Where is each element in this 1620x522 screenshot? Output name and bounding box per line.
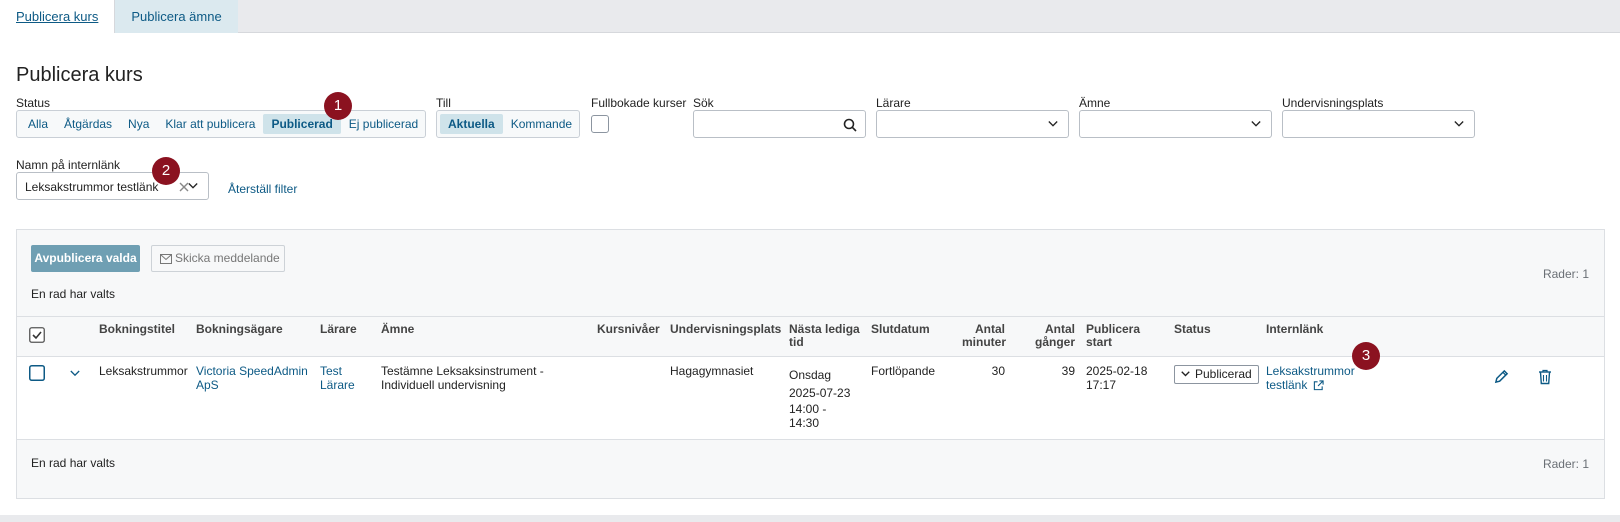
chevron-down-icon bbox=[1181, 371, 1190, 377]
tab-publicera-amne[interactable]: Publicera ämne bbox=[115, 0, 238, 33]
external-link-icon bbox=[1313, 380, 1324, 391]
internlank-select[interactable]: Leksakstrummor testlänk bbox=[16, 172, 209, 200]
header-status[interactable]: Status bbox=[1174, 323, 1211, 336]
cell-antal-minuter: 30 bbox=[991, 364, 1005, 378]
cell-undervisningsplats: Hagagymnasiet bbox=[670, 364, 754, 378]
larare-label: Lärare bbox=[876, 96, 911, 110]
cell-larare-link[interactable]: Test Lärare bbox=[320, 364, 355, 392]
amne-select[interactable] bbox=[1079, 110, 1272, 138]
search-icon bbox=[843, 118, 857, 132]
tab-publicera-kurs[interactable]: Publicera kurs bbox=[0, 0, 116, 33]
header-bokningstitel[interactable]: Bokningstitel bbox=[99, 323, 175, 336]
till-filter-label: Till bbox=[436, 96, 451, 110]
header-slutdatum[interactable]: Slutdatum bbox=[871, 323, 930, 336]
internlank-link[interactable]: Leksakstrummor testlänk bbox=[1266, 364, 1355, 392]
envelope-icon bbox=[160, 254, 172, 264]
header-nasta-ledig[interactable]: Nästa lediga tid bbox=[789, 323, 860, 349]
courses-table: Bokningstitel Bokningsägare Lärare Ämne … bbox=[17, 316, 1604, 440]
select-all-checkbox[interactable] bbox=[29, 327, 45, 343]
header-antal-ganger[interactable]: Antal gånger bbox=[1035, 323, 1075, 349]
rows-count-bottom: Rader: 1 bbox=[1542, 457, 1589, 471]
header-amne[interactable]: Ämne bbox=[381, 323, 414, 336]
selected-count-bottom: En rad har valts bbox=[31, 456, 116, 470]
cell-amne: Testämne Leksaksinstrument - Individuell … bbox=[381, 364, 544, 392]
page-title: Publicera kurs bbox=[16, 64, 143, 86]
row-checkbox[interactable] bbox=[29, 365, 45, 381]
reset-filter-link[interactable]: Återställ filter bbox=[228, 182, 297, 196]
status-filter-label: Status bbox=[16, 96, 51, 110]
header-kursnivaer[interactable]: Kursnivåer bbox=[597, 323, 660, 336]
header-larare[interactable]: Lärare bbox=[320, 323, 357, 336]
status-option-klar[interactable]: Klar att publicera bbox=[157, 114, 263, 134]
rows-count-top: Rader: 1 bbox=[1542, 267, 1589, 281]
status-option-alla[interactable]: Alla bbox=[20, 114, 56, 134]
fullbokade-checkbox[interactable] bbox=[591, 115, 609, 133]
main-content: Publicera kurs Status Alla Åtgärdas Nya … bbox=[0, 33, 1620, 515]
results-panel: Avpublicera valda Skicka meddelande Rade… bbox=[16, 229, 1605, 499]
send-message-label: Skicka meddelande bbox=[175, 251, 280, 265]
fullbokade-label: Fullbokade kurser bbox=[591, 96, 687, 110]
status-option-nya[interactable]: Nya bbox=[120, 114, 157, 134]
expand-chevron-icon[interactable] bbox=[70, 370, 80, 377]
internlank-value: Leksakstrummor testlänk bbox=[25, 180, 159, 194]
undervisningsplats-select[interactable] bbox=[1282, 110, 1475, 138]
status-option-ej-publicerad[interactable]: Ej publicerad bbox=[341, 114, 426, 134]
header-undervisningsplats[interactable]: Undervisningsplats bbox=[670, 323, 781, 336]
cell-slutdatum: Fortlöpande bbox=[871, 364, 936, 378]
cell-bokningsagare-link[interactable]: Victoria SpeedAdmin ApS bbox=[196, 364, 308, 392]
pencil-icon[interactable] bbox=[1494, 369, 1509, 384]
internlank-label: Namn på internlänk bbox=[16, 158, 121, 172]
larare-select[interactable] bbox=[876, 110, 1069, 138]
undervisningsplats-label: Undervisningsplats bbox=[1282, 96, 1384, 110]
sok-label: Sök bbox=[693, 96, 714, 110]
amne-label: Ämne bbox=[1079, 96, 1111, 110]
cell-nasta-ledig: Onsdag 2025-07-23 14:00 -14:30 bbox=[789, 368, 851, 430]
chevron-down-icon bbox=[1251, 121, 1261, 127]
header-publicera-start[interactable]: Publicera start bbox=[1086, 323, 1140, 349]
status-filter: Alla Åtgärdas Nya Klar att publicera Pub… bbox=[16, 110, 426, 138]
chevron-down-icon bbox=[1048, 121, 1058, 127]
header-bokningsagare[interactable]: Bokningsägare bbox=[196, 323, 283, 336]
status-value: Publicerad bbox=[1195, 367, 1252, 381]
selected-count-top: En rad har valts bbox=[31, 287, 116, 301]
status-dropdown[interactable]: Publicerad bbox=[1174, 365, 1259, 384]
till-option-kommande[interactable]: Kommande bbox=[503, 114, 580, 134]
marker-3: 3 bbox=[1352, 342, 1380, 370]
header-antal-minuter[interactable]: Antal minuter bbox=[962, 323, 1006, 349]
unpublish-button[interactable]: Avpublicera valda bbox=[31, 245, 140, 272]
chevron-down-icon[interactable] bbox=[188, 181, 198, 191]
search-input[interactable] bbox=[693, 110, 866, 138]
cell-antal-ganger: 39 bbox=[1061, 364, 1075, 378]
status-option-atgardas[interactable]: Åtgärdas bbox=[56, 114, 120, 134]
send-message-button[interactable]: Skicka meddelande bbox=[151, 245, 285, 272]
till-filter: Aktuella Kommande bbox=[436, 110, 580, 138]
marker-2: 2 bbox=[152, 157, 180, 185]
tab-bar: Publicera kurs Publicera ämne bbox=[0, 0, 1620, 33]
cell-bokningstitel: Leksakstrummor bbox=[99, 364, 188, 378]
marker-1: 1 bbox=[324, 92, 352, 120]
header-internlank[interactable]: Internlänk bbox=[1266, 323, 1323, 336]
chevron-down-icon bbox=[1454, 121, 1464, 127]
cell-publicera-start: 2025-02-18 17:17 bbox=[1086, 364, 1148, 392]
till-option-aktuella[interactable]: Aktuella bbox=[440, 114, 503, 134]
trash-icon[interactable] bbox=[1538, 369, 1552, 385]
